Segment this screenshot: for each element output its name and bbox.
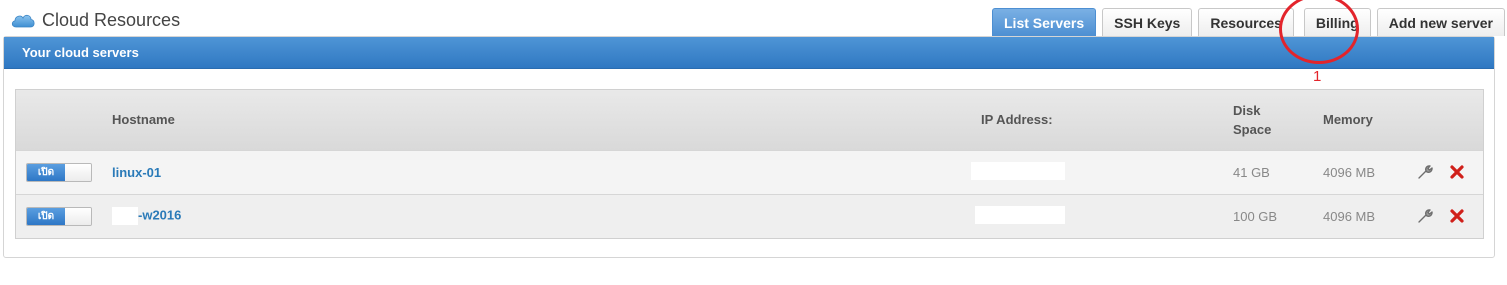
table-row: เปิด -w2016 100 GB 4096 MB (16, 194, 1483, 238)
toggle-on-label: เปิด (27, 163, 65, 181)
tab-billing[interactable]: Billing (1303, 8, 1371, 36)
toggle-on-label: เปิด (27, 207, 65, 225)
tab-list-servers[interactable]: List Servers (992, 8, 1097, 36)
hostname-redacted-prefix (112, 207, 138, 226)
annotation-number: 1 (1313, 68, 1322, 85)
disk-value: 41 GB (1233, 164, 1270, 180)
delete-icon[interactable] (1449, 208, 1465, 224)
hostname-link[interactable]: -w2016 (138, 208, 181, 223)
disk-header-line2: Space (1233, 121, 1272, 137)
cloud-icon (11, 14, 35, 28)
ip-address-redacted (975, 205, 1065, 224)
row-actions (1417, 164, 1483, 180)
power-toggle[interactable]: เปิด (26, 162, 92, 182)
power-toggle[interactable]: เปิด (26, 206, 92, 226)
toggle-off-side (65, 163, 91, 181)
disk-column-header: Disk Space (1233, 90, 1323, 150)
disk-value: 100 GB (1233, 208, 1278, 224)
tab-bar: List Servers SSH Keys Resources Billing … (992, 8, 1505, 36)
ip-column-header: IP Address: (981, 112, 1053, 128)
memory-value: 4096 MB (1323, 164, 1376, 180)
row-actions (1417, 208, 1483, 224)
tab-resources[interactable]: Resources (1198, 8, 1294, 36)
panel-title: Your cloud servers (4, 37, 1494, 69)
tab-ssh-keys[interactable]: SSH Keys (1102, 8, 1193, 36)
memory-value: 4096 MB (1323, 208, 1376, 224)
ip-address-redacted (971, 161, 1065, 180)
memory-column-header: Memory (1323, 112, 1373, 128)
tab-add-new-server[interactable]: Add new server (1376, 8, 1505, 36)
actions-column-header (1417, 90, 1483, 150)
wrench-icon[interactable] (1417, 208, 1433, 224)
hostname-column-header: Hostname (112, 112, 175, 128)
table-row: เปิด linux-01 41 GB 4096 MB (16, 150, 1483, 194)
delete-icon[interactable] (1449, 164, 1465, 180)
hostname-link[interactable]: linux-01 (112, 165, 161, 180)
table-header-row: Hostname IP Address: Disk Space Memory (16, 90, 1483, 150)
page-title: Cloud Resources (42, 9, 181, 30)
toggle-off-side (65, 207, 91, 225)
app-header: Cloud Resources (10, 8, 180, 32)
disk-header-line1: Disk (1233, 102, 1261, 118)
wrench-icon[interactable] (1417, 164, 1433, 180)
toggle-column-header (16, 90, 112, 150)
servers-table: Hostname IP Address: Disk Space Memory เ… (15, 89, 1484, 239)
servers-panel: Your cloud servers Hostname IP Address: … (3, 36, 1495, 258)
